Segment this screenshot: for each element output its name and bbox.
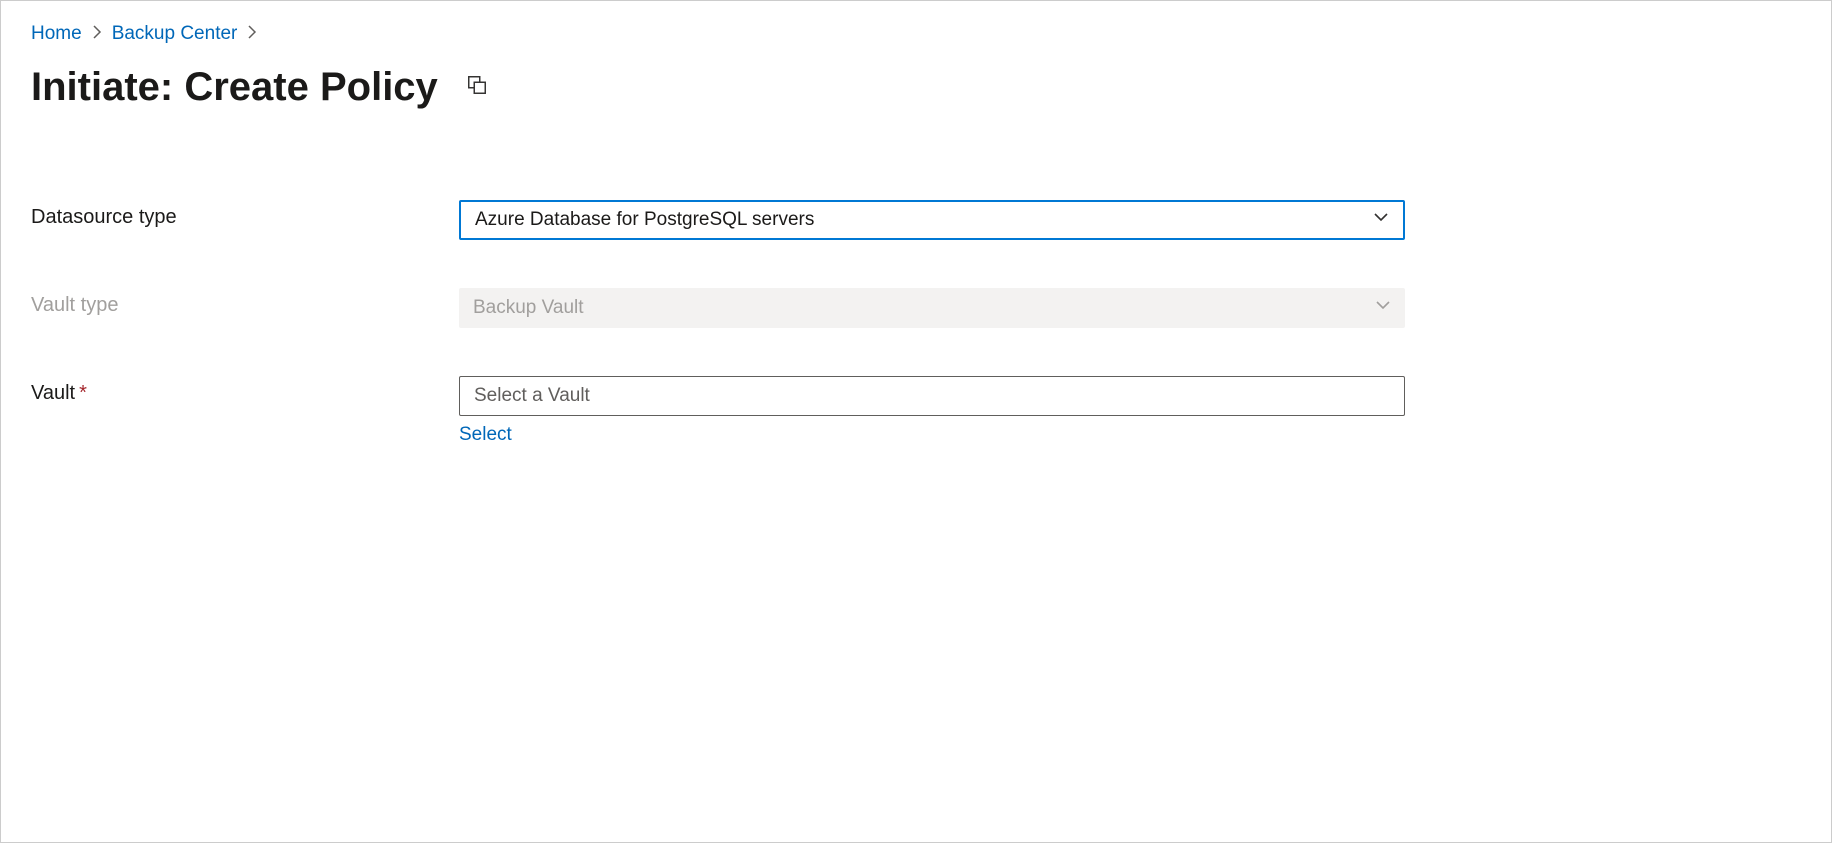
chevron-right-icon	[92, 25, 102, 44]
vault-row: Vault* Select a Vault Select	[31, 376, 1801, 446]
breadcrumb-backup-center-link[interactable]: Backup Center	[112, 23, 238, 45]
vault-type-row: Vault type Backup Vault	[31, 288, 1801, 328]
vault-label: Vault*	[31, 376, 459, 405]
page-title-row: Initiate: Create Policy	[31, 65, 1801, 110]
datasource-type-value: Azure Database for PostgreSQL servers	[475, 209, 814, 231]
vault-select-link[interactable]: Select	[459, 424, 512, 446]
datasource-type-select[interactable]: Azure Database for PostgreSQL servers	[459, 200, 1405, 240]
vault-input[interactable]: Select a Vault	[459, 376, 1405, 416]
vault-placeholder: Select a Vault	[474, 385, 590, 407]
vault-type-value: Backup Vault	[473, 297, 584, 319]
breadcrumb-home-link[interactable]: Home	[31, 23, 82, 45]
breadcrumb: Home Backup Center	[31, 23, 1801, 45]
required-indicator: *	[79, 382, 87, 404]
datasource-type-label: Datasource type	[31, 200, 459, 229]
pin-icon[interactable]	[466, 74, 488, 101]
chevron-down-icon	[1373, 209, 1389, 231]
vault-type-select: Backup Vault	[459, 288, 1405, 328]
datasource-type-row: Datasource type Azure Database for Postg…	[31, 200, 1801, 240]
chevron-right-icon	[247, 25, 257, 44]
vault-type-label: Vault type	[31, 288, 459, 317]
page-title: Initiate: Create Policy	[31, 65, 438, 110]
chevron-down-icon	[1375, 297, 1391, 319]
